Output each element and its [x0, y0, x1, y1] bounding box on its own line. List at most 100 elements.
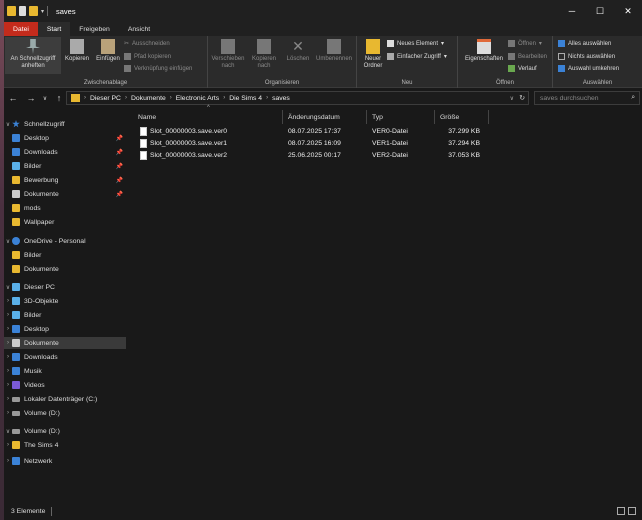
search-input[interactable]: saves durchsuchen ⌕: [534, 91, 640, 105]
sidebar-item-music[interactable]: › Musik: [4, 365, 126, 377]
paste-button[interactable]: Einfügen: [93, 39, 123, 63]
file-icon: [140, 139, 147, 148]
sidebar-label: Bilder: [24, 251, 42, 259]
music-icon: [12, 367, 20, 375]
sidebar-item-pc-downloads[interactable]: › Downloads: [4, 351, 126, 363]
table-row[interactable]: Slot_00000003.save.ver1 08.07.2025 16:09…: [132, 138, 492, 150]
delete-button[interactable]: ✕ Löschen: [284, 39, 312, 63]
chevron-down-icon[interactable]: ▾: [41, 8, 44, 15]
column-header-size[interactable]: Größe: [440, 110, 459, 124]
invert-selection-button[interactable]: Auswahl umkehren: [558, 65, 619, 72]
back-arrow-icon[interactable]: ←: [6, 93, 20, 103]
paste-shortcut-button[interactable]: Verknüpfung einfügen: [124, 65, 192, 72]
move-to-button[interactable]: Verschieben nach: [210, 39, 246, 70]
pin-quick-access-button[interactable]: An Schnellzugriff anheften: [5, 37, 61, 74]
sidebar-item-sims4[interactable]: › The Sims 4: [4, 439, 126, 451]
sidebar-item-onedrive-pictures[interactable]: Bilder: [4, 249, 126, 261]
address-bar[interactable]: › Dieser PC › Dokumente › Electronic Art…: [66, 91, 529, 105]
select-none-icon: [558, 53, 565, 60]
properties-button[interactable]: Eigenschaften: [462, 39, 506, 63]
column-header-modified[interactable]: Änderungsdatum: [288, 110, 340, 124]
new-folder-icon[interactable]: [29, 6, 38, 16]
sidebar-item-3d-objects[interactable]: › 3D-Objekte: [4, 295, 126, 307]
sidebar-item-onedrive[interactable]: ∨ OneDrive - Personal: [4, 235, 126, 247]
column-divider[interactable]: [282, 110, 283, 124]
sidebar-item-onedrive-documents[interactable]: Dokumente: [4, 263, 126, 275]
sidebar-item-bewerbung[interactable]: Bewerbung 📌: [4, 174, 126, 186]
table-row[interactable]: Slot_00000003.save.ver2 25.06.2025 00:17…: [132, 150, 492, 162]
sidebar-item-volume-d[interactable]: ∨ Volume (D:): [4, 425, 126, 437]
close-button[interactable]: ✕: [614, 0, 642, 22]
properties-icon[interactable]: [19, 6, 26, 16]
new-folder-label: Neuer Ordner: [363, 56, 383, 69]
tab-file[interactable]: Datei: [4, 22, 38, 36]
copy-button[interactable]: Kopieren: [62, 39, 92, 63]
sidebar-item-pc-documents[interactable]: › Dokumente: [4, 337, 126, 349]
sidebar-item-desktop[interactable]: Desktop 📌: [4, 132, 126, 144]
sidebar-item-pc-pictures[interactable]: › Bilder: [4, 309, 126, 321]
copy-path-label: Pfad kopieren: [134, 53, 172, 60]
sidebar-item-downloads[interactable]: Downloads 📌: [4, 146, 126, 158]
breadcrumb-electronic-arts[interactable]: Electronic Arts: [173, 95, 222, 102]
rename-button[interactable]: Umbenennen: [314, 39, 354, 63]
new-folder-button[interactable]: Neuer Ordner: [360, 39, 386, 70]
copy-path-button[interactable]: Pfad kopieren: [124, 53, 171, 60]
sidebar-item-this-pc[interactable]: ∨ Dieser PC: [4, 281, 126, 293]
column-header-type[interactable]: Typ: [372, 110, 383, 124]
download-icon: [12, 148, 20, 156]
details-view-icon[interactable]: [617, 507, 625, 515]
sidebar-item-quick-access[interactable]: ∨ Schnellzugriff: [4, 118, 126, 130]
breadcrumb-documents[interactable]: Dokumente: [128, 95, 169, 102]
easy-access-button[interactable]: Einfacher Zugriff ▾: [387, 53, 447, 60]
sidebar-item-network[interactable]: › Netzwerk: [4, 455, 126, 467]
pictures-icon: [12, 311, 20, 319]
maximize-button[interactable]: ☐: [586, 0, 614, 22]
chevron-down-icon: ∨: [5, 284, 11, 291]
chevron-right-icon: ›: [7, 410, 9, 416]
recent-locations-chevron-icon[interactable]: ∨: [38, 95, 52, 102]
history-button[interactable]: Verlauf: [508, 65, 537, 72]
breadcrumb-sims4[interactable]: Die Sims 4: [226, 95, 265, 102]
edit-button[interactable]: Bearbeiten: [508, 53, 547, 60]
cut-button[interactable]: ✂ Ausschneiden: [124, 40, 170, 48]
select-none-button[interactable]: Nichts auswählen: [558, 53, 615, 60]
navigation-pane: ∨ Schnellzugriff Desktop 📌 Downloads 📌 Bild…: [4, 110, 126, 500]
tab-view[interactable]: Ansicht: [119, 22, 159, 36]
invert-selection-icon: [558, 65, 565, 72]
sidebar-item-documents[interactable]: Dokumente 📌: [4, 188, 126, 200]
tab-share[interactable]: Freigeben: [70, 22, 119, 36]
sidebar-label: Videos: [24, 381, 45, 389]
pin-label: An Schnellzugriff anheften: [10, 56, 56, 69]
rename-icon: [327, 39, 341, 54]
large-icons-view-icon[interactable]: [628, 507, 636, 515]
open-button[interactable]: Öffnen ▾: [508, 40, 542, 47]
column-divider[interactable]: [488, 110, 489, 124]
sidebar-item-mods[interactable]: mods: [4, 202, 126, 214]
sidebar-item-drive-c[interactable]: › Lokaler Datenträger (C:): [4, 393, 126, 405]
column-divider[interactable]: [434, 110, 435, 124]
sidebar-item-videos[interactable]: › Videos: [4, 379, 126, 391]
refresh-icon[interactable]: ↻: [519, 94, 525, 102]
breadcrumb-saves[interactable]: saves: [269, 95, 293, 102]
select-all-button[interactable]: Alles auswählen: [558, 40, 611, 47]
copy-to-button[interactable]: Kopieren nach: [248, 39, 280, 70]
column-divider[interactable]: [366, 110, 367, 124]
tab-start[interactable]: Start: [37, 22, 71, 36]
forward-arrow-icon[interactable]: →: [24, 93, 38, 103]
table-row[interactable]: Slot_00000003.save.ver0 08.07.2025 17:37…: [132, 126, 492, 138]
sidebar-item-drive-d[interactable]: › Volume (D:): [4, 407, 126, 419]
new-item-button[interactable]: Neues Element ▾: [387, 40, 444, 47]
file-name: Slot_00000003.save.ver1: [150, 140, 228, 147]
minimize-button[interactable]: ─: [558, 0, 586, 22]
chevron-down-icon[interactable]: ∨: [510, 95, 514, 102]
move-label: Verschieben nach: [211, 56, 245, 69]
column-header-name[interactable]: Name: [138, 110, 156, 124]
sidebar-item-pictures[interactable]: Bilder 📌: [4, 160, 126, 172]
sidebar-label: Dieser PC: [24, 283, 55, 291]
breadcrumb-this-pc[interactable]: Dieser PC: [87, 95, 124, 102]
chevron-right-icon: ›: [7, 326, 9, 332]
sidebar-label: Bilder: [24, 162, 42, 170]
sidebar-item-wallpaper[interactable]: Wallpaper: [4, 216, 126, 228]
sidebar-item-pc-desktop[interactable]: › Desktop: [4, 323, 126, 335]
up-arrow-icon[interactable]: ↑: [52, 93, 66, 103]
